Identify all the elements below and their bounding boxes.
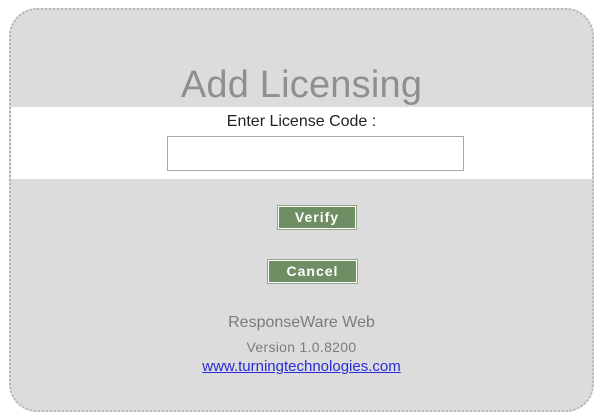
license-entry-band: Enter License Code : bbox=[11, 107, 592, 179]
website-link-container: www.turningtechnologies.com bbox=[11, 358, 592, 375]
license-code-label: Enter License Code : bbox=[226, 113, 377, 130]
add-licensing-dialog: Add Licensing Enter License Code : Verif… bbox=[9, 8, 594, 412]
verify-button[interactable]: Verify bbox=[278, 206, 356, 229]
cancel-button[interactable]: Cancel bbox=[268, 260, 357, 283]
version-text: Version 1.0.8200 bbox=[246, 339, 357, 355]
website-link[interactable]: www.turningtechnologies.com bbox=[202, 358, 400, 375]
license-code-input[interactable] bbox=[167, 136, 464, 171]
dialog-title: Add Licensing bbox=[180, 64, 423, 106]
product-name: ResponseWare Web bbox=[228, 314, 375, 331]
